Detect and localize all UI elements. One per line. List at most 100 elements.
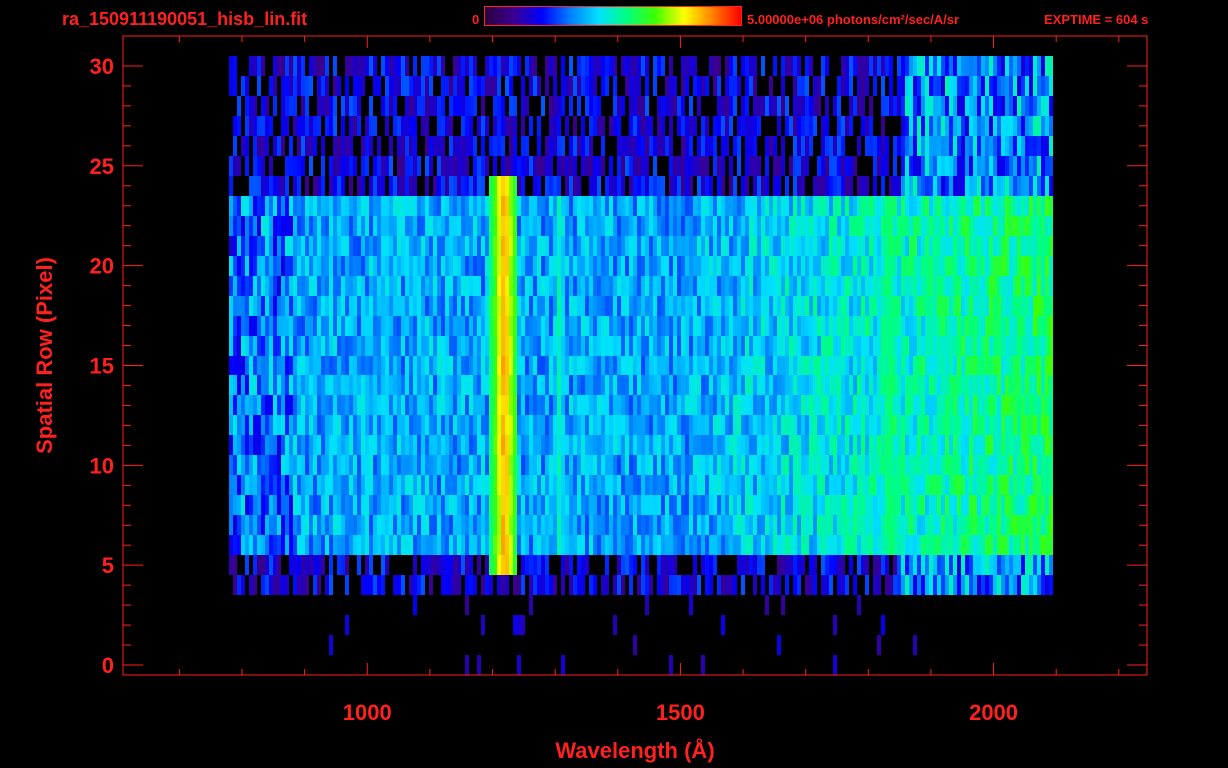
heatmap-cell <box>617 316 621 336</box>
heatmap-cell <box>933 276 937 296</box>
heatmap-cell <box>973 555 977 575</box>
heatmap-cell <box>337 256 341 276</box>
heatmap-cell <box>337 296 341 316</box>
heatmap-cell <box>261 176 265 196</box>
heatmap-cell <box>561 156 565 176</box>
heatmap-cell <box>969 455 973 475</box>
heatmap-cell <box>325 236 329 256</box>
heatmap-cell <box>929 296 933 316</box>
heatmap-cell <box>669 515 673 535</box>
heatmap-cell <box>377 515 381 535</box>
heatmap-cell <box>581 136 585 156</box>
heatmap-cell <box>557 196 561 216</box>
heatmap-cell <box>309 276 313 296</box>
heatmap-cell <box>993 136 997 156</box>
heatmap-cell <box>857 495 861 515</box>
heatmap-cell <box>649 395 653 415</box>
heatmap-cell <box>501 336 505 356</box>
heatmap-cell <box>741 495 745 515</box>
heatmap-cell <box>481 276 485 296</box>
heatmap-cell <box>313 116 317 136</box>
heatmap-cell <box>341 296 345 316</box>
heatmap-cell <box>757 375 761 395</box>
heatmap-cell <box>1029 136 1033 156</box>
heatmap-cell <box>953 495 957 515</box>
heatmap-cell <box>305 256 309 276</box>
heatmap-cell <box>313 336 317 356</box>
heatmap-cell <box>365 256 369 276</box>
heatmap-cell <box>793 495 797 515</box>
heatmap-cell <box>333 136 337 156</box>
heatmap-cell <box>833 515 837 535</box>
heatmap-cell <box>325 495 329 515</box>
heatmap-cell <box>917 555 921 575</box>
heatmap-cell <box>405 176 409 196</box>
heatmap-cell <box>381 435 385 455</box>
heatmap-cell <box>949 455 953 475</box>
heatmap-cell <box>681 276 685 296</box>
heatmap-cell <box>985 375 989 395</box>
heatmap-cell <box>369 535 373 555</box>
heatmap-cell <box>729 256 733 276</box>
heatmap-cell <box>405 455 409 475</box>
heatmap-cell <box>917 296 921 316</box>
heatmap-cell <box>1021 575 1025 595</box>
heatmap-cell <box>253 555 257 575</box>
heatmap-cell <box>409 216 413 236</box>
heatmap-cell <box>817 375 821 395</box>
heatmap-cell <box>857 535 861 555</box>
heatmap-cell <box>737 156 741 176</box>
heatmap-cell <box>745 375 749 395</box>
heatmap-cell <box>917 236 921 256</box>
heatmap-cell <box>437 495 441 515</box>
heatmap-cell <box>969 116 973 136</box>
heatmap-cell <box>757 196 761 216</box>
heatmap-cell <box>801 96 805 116</box>
heatmap-cell <box>757 96 761 116</box>
heatmap-cell <box>977 296 981 316</box>
heatmap-cell <box>969 535 973 555</box>
heatmap-cell <box>261 455 265 475</box>
heatmap-cell <box>593 575 597 595</box>
heatmap-cell <box>845 435 849 455</box>
heatmap-cell <box>733 435 737 455</box>
heatmap-cell <box>689 296 693 316</box>
heatmap-cell <box>861 495 865 515</box>
heatmap-cell <box>981 395 985 415</box>
heatmap-cell <box>481 615 485 635</box>
heatmap-cell <box>333 316 337 336</box>
heatmap-cell <box>501 375 505 395</box>
heatmap-cell <box>793 136 797 156</box>
heatmap-cell <box>1009 435 1013 455</box>
heatmap-cell <box>441 256 445 276</box>
heatmap-cell <box>285 375 289 395</box>
heatmap-cell <box>353 375 357 395</box>
heatmap-cell <box>1017 316 1021 336</box>
heatmap-cell <box>389 336 393 356</box>
heatmap-cell <box>669 435 673 455</box>
heatmap-cell <box>517 316 521 336</box>
heatmap-cell <box>537 236 541 256</box>
heatmap-cell <box>629 176 633 196</box>
heatmap-cell <box>837 356 841 375</box>
heatmap-cell <box>1033 555 1037 575</box>
heatmap-cell <box>229 415 233 435</box>
heatmap-cell <box>253 296 257 316</box>
heatmap-cell <box>309 256 313 276</box>
heatmap-cell <box>857 356 861 375</box>
heatmap-cell <box>813 535 817 555</box>
heatmap-cell <box>237 156 241 176</box>
heatmap-cell <box>905 256 909 276</box>
heatmap-cell <box>277 415 281 435</box>
heatmap-cell <box>553 495 557 515</box>
heatmap-cell <box>705 415 709 435</box>
heatmap-cell <box>353 276 357 296</box>
heatmap-cell <box>321 555 325 575</box>
heatmap-cell <box>629 395 633 415</box>
heatmap-cell <box>349 316 353 336</box>
heatmap-cell <box>437 136 441 156</box>
heatmap-cell <box>573 575 577 595</box>
heatmap-cell <box>965 356 969 375</box>
heatmap-cell <box>597 216 601 236</box>
heatmap-cell <box>745 296 749 316</box>
